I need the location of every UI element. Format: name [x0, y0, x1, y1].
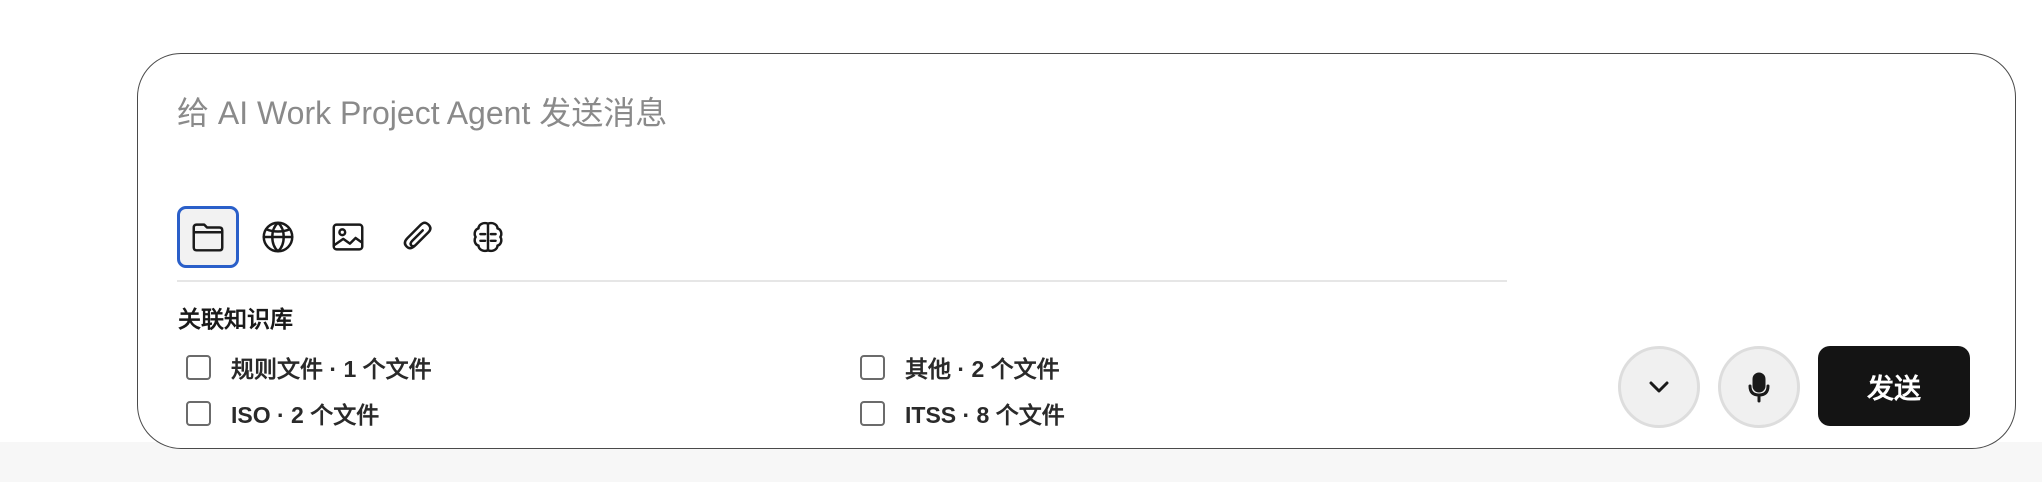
checkbox[interactable] [186, 400, 211, 426]
folder-tool-button[interactable] [177, 206, 239, 268]
paperclip-icon [403, 221, 432, 250]
knowledge-base-title: 关联知识库 [178, 306, 293, 332]
image-tool-button[interactable] [317, 206, 379, 268]
knowledge-base-item-label: ITSS · 8 个文件 [905, 402, 1065, 428]
composer-toolbar [177, 206, 527, 268]
knowledge-base-item-itss[interactable]: ITSS · 8 个文件 [860, 396, 1065, 430]
brain-icon [473, 221, 503, 253]
checkbox[interactable] [186, 354, 211, 380]
attachment-tool-button[interactable] [387, 206, 449, 268]
knowledge-base-item-iso[interactable]: ISO · 2 个文件 [186, 396, 379, 430]
knowledge-base-item-label: ISO · 2 个文件 [231, 402, 380, 428]
microphone-icon [1748, 372, 1770, 403]
toolbar-divider [177, 280, 1507, 282]
folder-icon [192, 223, 224, 252]
knowledge-base-item-label: 规则文件 · 1 个文件 [231, 356, 432, 382]
image-icon [332, 223, 364, 251]
knowledge-base-item-rules[interactable]: 规则文件 · 1 个文件 [186, 350, 432, 384]
reasoning-tool-button[interactable] [457, 206, 519, 268]
send-button[interactable]: 发送 [1818, 346, 1970, 426]
checkbox[interactable] [860, 354, 885, 380]
knowledge-base-item-label: 其他 · 2 个文件 [905, 356, 1060, 382]
chevron-down-icon [1649, 381, 1669, 393]
checkbox[interactable] [860, 400, 885, 426]
message-input[interactable] [177, 88, 1477, 138]
globe-icon [262, 221, 294, 253]
expand-options-button[interactable] [1618, 346, 1700, 428]
voice-input-button[interactable] [1718, 346, 1800, 428]
knowledge-base-item-other[interactable]: 其他 · 2 个文件 [860, 350, 1060, 384]
web-search-tool-button[interactable] [247, 206, 309, 268]
